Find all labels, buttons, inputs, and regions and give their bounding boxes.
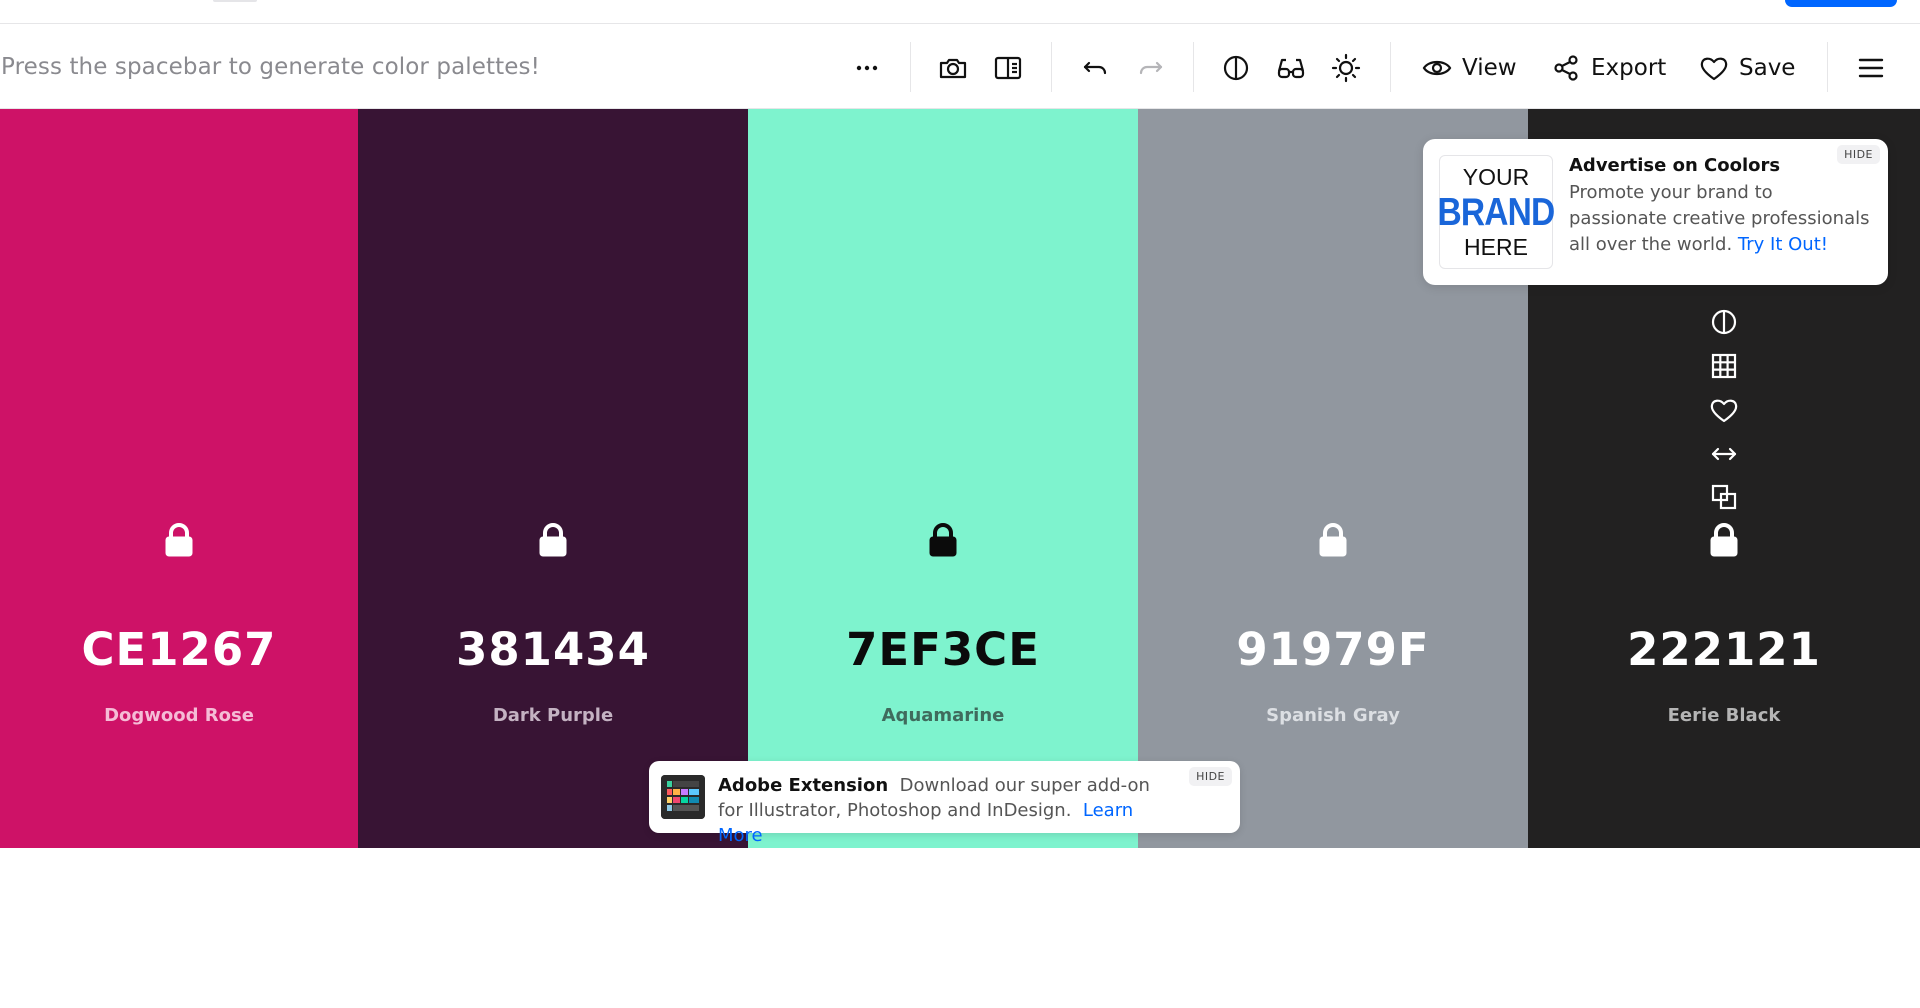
nav-tab-indicator [213,0,257,2]
color-swatch[interactable]: 381434 Dark Purple [358,109,748,848]
adobe-extension-banner: Adobe Extension Download our super add-o… [649,761,1240,846]
adobe-extension-text: Adobe Extension Download our super add-o… [718,773,1168,848]
view-label: View [1462,55,1517,81]
undo-icon[interactable] [1079,52,1111,84]
adobe-extension-thumbnail [661,775,705,819]
color-blindness-glasses-icon[interactable] [1275,52,1307,84]
more-options-icon[interactable] [851,52,883,84]
view-button[interactable]: View [1422,50,1517,86]
export-label: Export [1591,55,1667,81]
ad-hide-button[interactable]: HIDE [1837,145,1880,164]
hex-code[interactable]: 222121 [1528,623,1920,676]
generator-toolbar: Press the spacebar to generate color pal… [0,24,1920,109]
color-name: Dogwood Rose [104,705,254,726]
color-swatch[interactable]: CE1267 Dogwood Rose [0,109,358,848]
ad-body: Promote your brand to passionate creativ… [1569,180,1874,258]
toolbar-divider [1827,42,1828,92]
brand-logo-placeholder[interactable]: YOUR BRAND HERE [1437,155,1556,269]
spacebar-hint: Press the spacebar to generate color pal… [1,54,540,80]
top-nav-bar [0,0,1920,24]
color-name: Aquamarine [881,705,1005,726]
color-name: Eerie Black [1667,705,1781,726]
try-it-out-link[interactable]: Try It Out! [1738,234,1828,255]
adobe-hide-button[interactable]: HIDE [1189,767,1232,786]
hex-code[interactable]: 7EF3CE [748,623,1138,676]
share-icon [1554,55,1578,81]
color-name: Spanish Gray [1266,705,1400,726]
logo-line-here: HERE [1464,233,1528,260]
save-button[interactable]: Save [1699,50,1795,86]
lock-icon[interactable] [927,522,959,558]
color-name: Dark Purple [492,705,614,726]
shades-contrast-icon[interactable] [1704,302,1744,342]
eye-icon [1422,60,1452,76]
logo-line-brand: BRAND [1437,190,1556,234]
hex-code[interactable]: 91979F [1138,623,1528,676]
advertise-card: YOUR BRAND HERE Advertise on Coolors Pro… [1423,139,1888,285]
color-swatch[interactable]: 7EF3CE Aquamarine [748,109,1138,848]
camera-icon[interactable] [937,52,969,84]
lock-icon[interactable] [537,522,569,558]
split-view-icon[interactable] [992,52,1024,84]
adobe-extension-title: Adobe Extension [718,775,889,796]
sign-up-button[interactable] [1785,0,1897,7]
drag-arrows-icon[interactable] [1704,434,1744,474]
toolbar-divider [1390,42,1391,92]
redo-icon[interactable] [1135,52,1167,84]
toolbar-divider [1193,42,1194,92]
grid-icon[interactable] [1704,346,1744,386]
favorite-heart-icon[interactable] [1704,390,1744,430]
contrast-icon[interactable] [1220,52,1252,84]
lock-icon[interactable] [1317,522,1349,558]
brightness-icon[interactable] [1330,52,1362,84]
copy-icon[interactable] [1704,477,1744,517]
logo-line-your: YOUR [1462,163,1530,190]
lock-icon[interactable] [1708,522,1740,558]
save-label: Save [1739,55,1796,81]
hamburger-menu-icon[interactable] [1855,52,1887,84]
toolbar-divider [910,42,911,92]
lock-icon[interactable] [163,522,195,558]
heart-icon [1700,57,1728,81]
ad-title[interactable]: Advertise on Coolors [1569,155,1780,176]
hex-code[interactable]: CE1267 [0,623,358,676]
hex-code[interactable]: 381434 [358,623,748,676]
export-button[interactable]: Export [1551,50,1666,86]
toolbar-divider [1051,42,1052,92]
